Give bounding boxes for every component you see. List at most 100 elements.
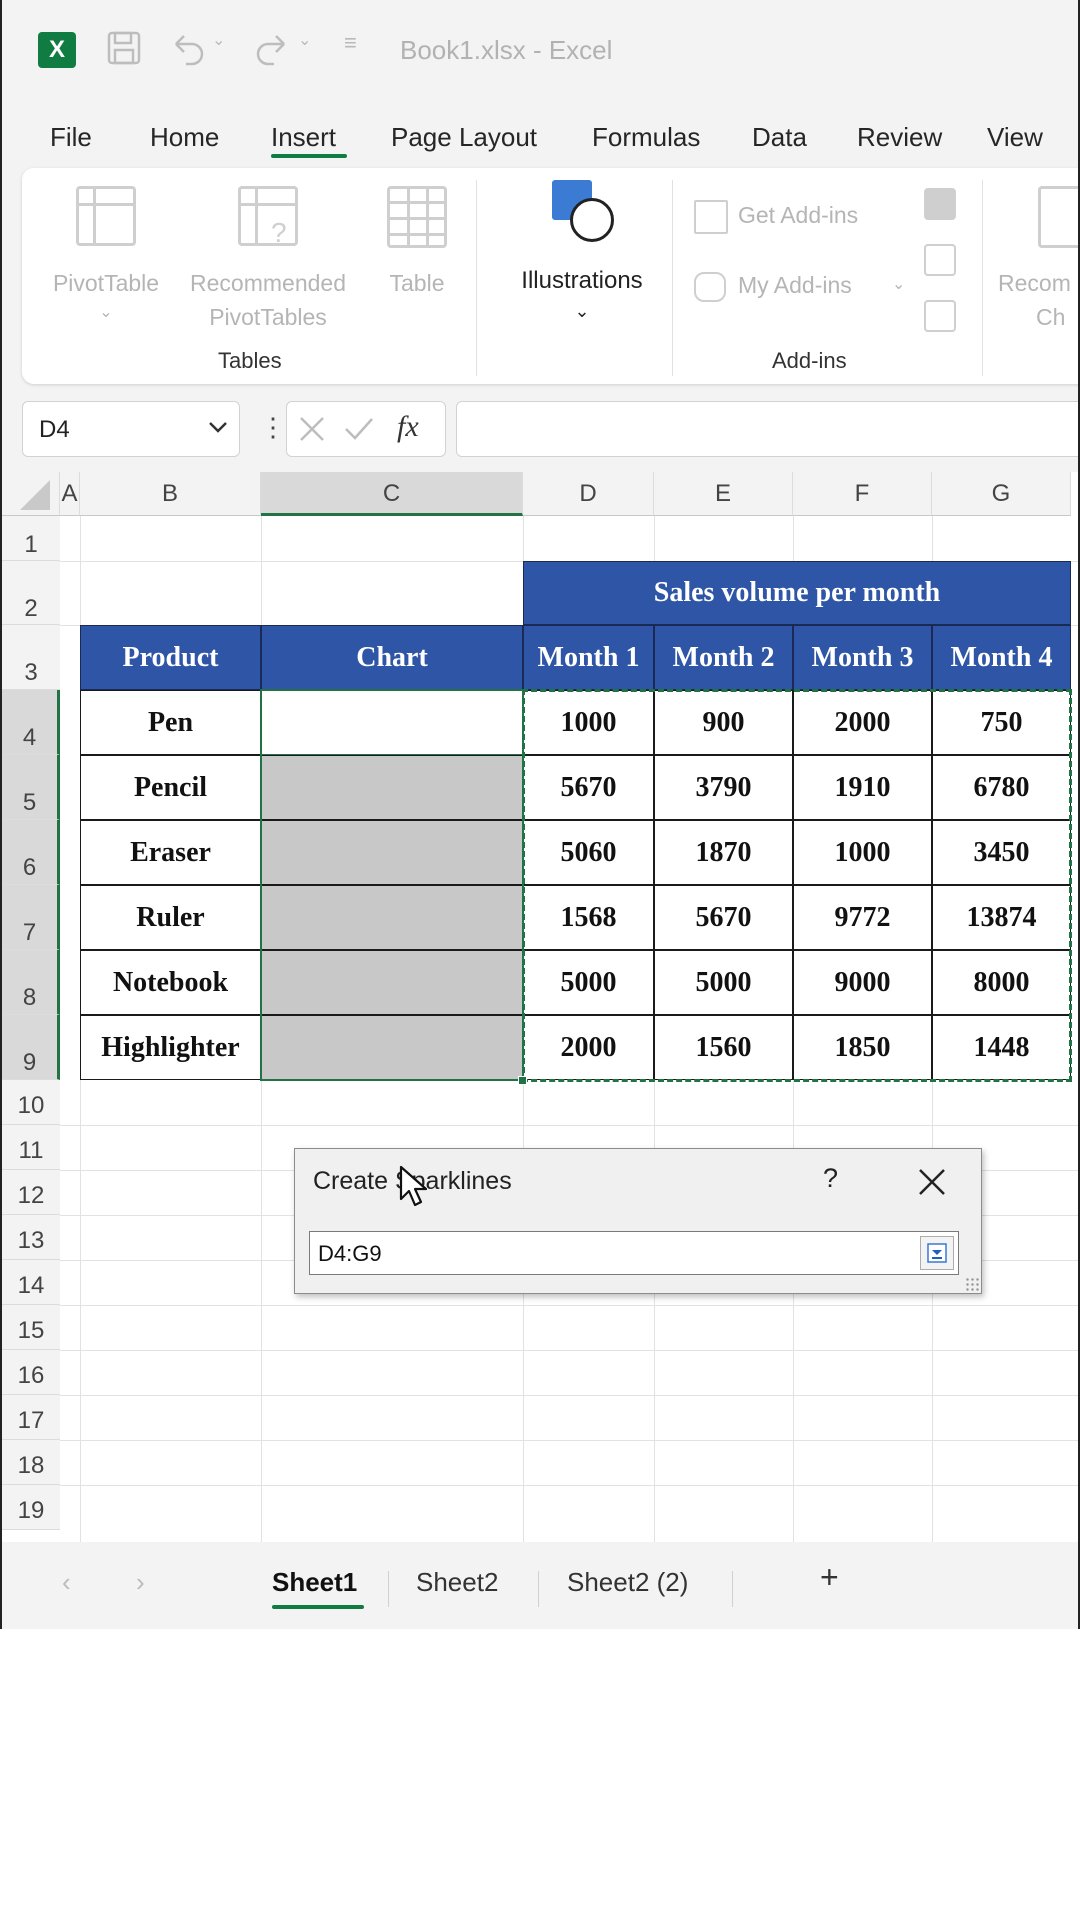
value-cell[interactable]: 1000 — [523, 690, 654, 755]
value-cell[interactable]: 3450 — [932, 820, 1071, 885]
chevron-down-icon[interactable] — [205, 414, 231, 445]
value-cell[interactable]: 9772 — [793, 885, 932, 950]
product-cell[interactable]: Pencil — [80, 755, 261, 820]
row-header-17[interactable]: 17 — [2, 1395, 60, 1440]
column-header-d[interactable]: D — [523, 472, 654, 516]
header-month-4[interactable]: Month 4 — [932, 625, 1071, 690]
product-cell[interactable]: Pen — [80, 690, 261, 755]
value-cell[interactable]: 1000 — [793, 820, 932, 885]
data-range-input[interactable]: D4:G9 — [309, 1231, 959, 1275]
my-addins-button[interactable]: My Add-ins ⌄ — [692, 268, 912, 308]
value-cell[interactable]: 5670 — [523, 755, 654, 820]
tab-file[interactable]: File — [50, 122, 92, 153]
chart-cell[interactable] — [261, 885, 523, 950]
row-header-5[interactable]: 5 — [2, 755, 60, 820]
column-header-c[interactable]: C — [261, 472, 523, 516]
tab-insert[interactable]: Insert — [271, 122, 336, 153]
illustrations-button[interactable]: Illustrations ⌄ — [492, 180, 672, 330]
tab-page-layout[interactable]: Page Layout — [391, 122, 537, 153]
add-sheet-icon[interactable]: + — [820, 1559, 839, 1596]
tab-view[interactable]: View — [987, 122, 1043, 153]
people-graph-icon[interactable] — [924, 300, 956, 332]
tab-formulas[interactable]: Formulas — [592, 122, 700, 153]
header-month-2[interactable]: Month 2 — [654, 625, 793, 690]
value-cell[interactable]: 5060 — [523, 820, 654, 885]
row-header-3[interactable]: 3 — [2, 625, 60, 690]
value-cell[interactable]: 9000 — [793, 950, 932, 1015]
select-all-corner[interactable] — [2, 472, 60, 516]
value-cell[interactable]: 3790 — [654, 755, 793, 820]
header-month-1[interactable]: Month 1 — [523, 625, 654, 690]
customize-toolbar-icon[interactable]: ≡ — [344, 30, 357, 56]
header-month-3[interactable]: Month 3 — [793, 625, 932, 690]
resize-grip-icon[interactable] — [965, 1277, 979, 1291]
recommended-charts-button[interactable]: Recom Ch — [998, 182, 1078, 332]
chart-cell[interactable] — [261, 950, 523, 1015]
chart-cell[interactable] — [261, 690, 523, 755]
save-icon[interactable] — [106, 30, 142, 66]
value-cell[interactable]: 5670 — [654, 885, 793, 950]
worksheet-grid[interactable]: A B C D E F G 1 2 3 4 5 6 7 8 9 10 11 12… — [2, 472, 1078, 1542]
value-cell[interactable]: 5000 — [523, 950, 654, 1015]
column-header-b[interactable]: B — [80, 472, 261, 516]
value-cell[interactable]: 8000 — [932, 950, 1071, 1015]
visio-icon[interactable] — [924, 188, 956, 220]
chart-cell[interactable] — [261, 755, 523, 820]
value-cell[interactable]: 6780 — [932, 755, 1071, 820]
fill-handle[interactable] — [518, 1076, 527, 1085]
value-cell[interactable]: 1560 — [654, 1015, 793, 1080]
row-header-1[interactable]: 1 — [2, 516, 60, 561]
chart-cell[interactable] — [261, 820, 523, 885]
row-header-7[interactable]: 7 — [2, 885, 60, 950]
header-chart[interactable]: Chart — [261, 625, 523, 690]
value-cell[interactable]: 1910 — [793, 755, 932, 820]
undo-icon[interactable] — [168, 30, 208, 66]
scroll-right-icon[interactable]: › — [136, 1567, 145, 1598]
row-header-12[interactable]: 12 — [2, 1170, 60, 1215]
row-header-14[interactable]: 14 — [2, 1260, 60, 1305]
row-header-4[interactable]: 4 — [2, 690, 60, 755]
row-header-8[interactable]: 8 — [2, 950, 60, 1015]
formula-input[interactable] — [456, 401, 1078, 457]
tab-home[interactable]: Home — [150, 122, 219, 153]
sheet-tab-sheet2-2[interactable]: Sheet2 (2) — [567, 1567, 688, 1598]
table-button[interactable]: Table — [372, 182, 462, 312]
value-cell[interactable]: 2000 — [523, 1015, 654, 1080]
column-header-e[interactable]: E — [654, 472, 793, 516]
row-header-13[interactable]: 13 — [2, 1215, 60, 1260]
redo-icon[interactable] — [252, 30, 292, 66]
sheet-tab-sheet2[interactable]: Sheet2 — [416, 1567, 498, 1598]
row-header-2[interactable]: 2 — [2, 561, 60, 625]
row-header-16[interactable]: 16 — [2, 1350, 60, 1395]
chart-cell[interactable] — [261, 1015, 523, 1080]
sheet-tab-sheet1[interactable]: Sheet1 — [272, 1567, 357, 1598]
undo-dropdown-icon[interactable]: ⌄ — [212, 30, 225, 50]
value-cell[interactable]: 1568 — [523, 885, 654, 950]
value-cell[interactable]: 2000 — [793, 690, 932, 755]
column-header-f[interactable]: F — [793, 472, 932, 516]
close-icon[interactable] — [915, 1159, 949, 1208]
more-options-icon[interactable]: ⋮ — [260, 412, 286, 443]
table-title-cell[interactable]: Sales volume per month — [523, 561, 1071, 625]
bing-maps-icon[interactable] — [924, 244, 956, 276]
row-header-6[interactable]: 6 — [2, 820, 60, 885]
value-cell[interactable]: 750 — [932, 690, 1071, 755]
value-cell[interactable]: 1870 — [654, 820, 793, 885]
value-cell[interactable]: 900 — [654, 690, 793, 755]
row-header-15[interactable]: 15 — [2, 1305, 60, 1350]
redo-dropdown-icon[interactable]: ⌄ — [298, 30, 311, 50]
header-product[interactable]: Product — [80, 625, 261, 690]
recommended-pivottables-button[interactable]: ? Recommended PivotTables — [178, 182, 358, 342]
row-header-11[interactable]: 11 — [2, 1125, 60, 1170]
column-header-a[interactable]: A — [60, 472, 80, 516]
enter-icon[interactable] — [343, 414, 375, 449]
pivottable-button[interactable]: PivotTable ⌄ — [46, 182, 166, 332]
get-addins-button[interactable]: Get Add-ins — [692, 198, 892, 238]
tab-review[interactable]: Review — [857, 122, 942, 153]
row-header-18[interactable]: 18 — [2, 1440, 60, 1485]
product-cell[interactable]: Eraser — [80, 820, 261, 885]
value-cell[interactable]: 1850 — [793, 1015, 932, 1080]
row-header-19[interactable]: 19 — [2, 1485, 60, 1530]
row-header-9[interactable]: 9 — [2, 1015, 60, 1080]
product-cell[interactable]: Ruler — [80, 885, 261, 950]
